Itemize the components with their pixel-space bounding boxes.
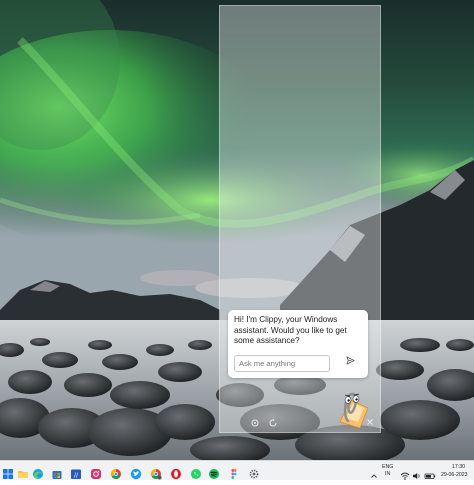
taskbar-chrome[interactable] <box>110 465 122 479</box>
clock-date: 29-06-2023 <box>441 472 468 478</box>
clippy-character[interactable] <box>334 388 372 428</box>
tray-volume[interactable] <box>412 466 422 479</box>
spotify-icon <box>209 469 219 479</box>
chrome-profile-icon <box>151 469 162 480</box>
taskbar-chrome-profile[interactable] <box>150 465 162 480</box>
taskbar-calendar[interactable]: // <box>70 465 82 479</box>
panel-refresh-button[interactable] <box>268 418 278 428</box>
clippy-panel: Hi! I'm Clippy, your Windows assistant. … <box>219 5 381 433</box>
tray-chevron-up[interactable] <box>370 466 378 478</box>
twitter-icon <box>130 468 142 480</box>
taskbar-settings[interactable] <box>248 465 260 479</box>
refresh-icon <box>269 418 277 427</box>
settings-gear-icon <box>249 469 259 479</box>
panel-settings-button[interactable] <box>250 418 260 428</box>
clippy-input-row <box>228 355 368 373</box>
instagram-icon <box>91 469 101 479</box>
taskbar-opera[interactable] <box>170 465 182 480</box>
taskbar-edge[interactable] <box>32 465 44 479</box>
chrome-icon <box>111 469 121 479</box>
language-label: ENG <box>382 464 394 470</box>
taskbar-twitter[interactable] <box>130 465 142 480</box>
clock[interactable]: 17:30 29-06-2023 <box>440 463 474 479</box>
edge-icon <box>33 469 43 479</box>
clock-time: 17:30 <box>452 464 465 470</box>
gear-icon <box>251 419 259 427</box>
region-label: IN <box>385 471 391 477</box>
taskbar-store[interactable] <box>51 465 63 479</box>
clippy-greeting-text: Hi! I'm Clippy, your Windows assistant. … <box>234 315 347 345</box>
taskbar-figma[interactable] <box>228 465 240 479</box>
windows-icon <box>3 469 13 479</box>
taskbar-instagram[interactable] <box>90 465 102 479</box>
calendar-icon: // <box>71 469 81 479</box>
taskbar-file-explorer[interactable] <box>17 465 29 478</box>
send-button[interactable] <box>346 356 360 371</box>
start-button[interactable] <box>2 465 14 479</box>
taskbar-spotify[interactable] <box>208 465 220 479</box>
store-icon <box>52 471 62 479</box>
whatsapp-icon <box>191 469 201 479</box>
tray-battery[interactable] <box>424 466 436 479</box>
taskbar: // ENG IN 17:30 29-06-2023 <box>0 460 474 480</box>
language-indicator[interactable]: ENG IN <box>382 464 396 478</box>
tray-wifi[interactable] <box>400 466 410 480</box>
clippy-icon <box>339 392 369 428</box>
desktop-wallpaper: Hi! I'm Clippy, your Windows assistant. … <box>0 0 474 460</box>
send-icon <box>346 356 355 365</box>
folder-icon <box>18 471 28 478</box>
taskbar-whatsapp[interactable] <box>190 465 202 479</box>
clippy-ask-input[interactable] <box>234 355 330 372</box>
opera-icon <box>171 468 181 480</box>
figma-icon <box>231 469 237 479</box>
